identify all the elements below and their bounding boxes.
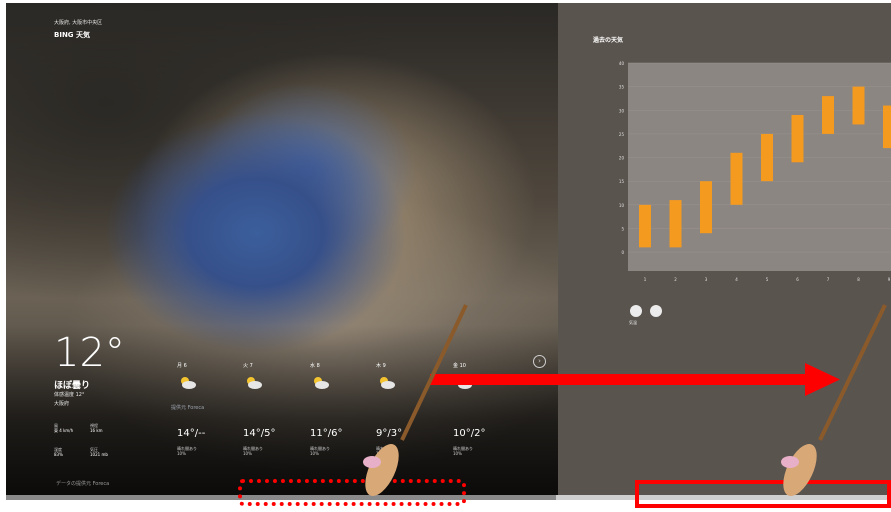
stat-value: 16 km xyxy=(90,428,103,433)
partly-cloudy-icon xyxy=(314,377,329,389)
weather-main-panel: 大阪府, 大阪市中央区 BING 天気 12° ほぼ曇り 体感温度 12° 大阪… xyxy=(6,3,558,495)
x-tick-label: 8 xyxy=(857,277,860,282)
temperature-icon-label: 気温 xyxy=(629,320,637,325)
stat-value: 83% xyxy=(54,452,63,457)
forecast-temp: 9°/3° xyxy=(376,428,403,439)
chart-bar xyxy=(822,96,834,134)
stat-value: 1021 mb xyxy=(90,452,108,457)
history-chart: 40 35 30 25 20 15 10 5 0 1 2 3 4 5 6 7 8 9 xyxy=(619,61,891,282)
forecast-day-label: 月 6 xyxy=(177,363,187,369)
weather-app-screen: 大阪府, 大阪市中央区 BING 天気 12° ほぼ曇り 体感温度 12° 大阪… xyxy=(6,3,891,495)
partly-cloudy-icon xyxy=(380,377,395,389)
y-tick-label: 5 xyxy=(621,226,624,231)
stat-visibility: 視程 16 km xyxy=(90,423,103,433)
forecast-temp: 11°/6° xyxy=(310,428,343,439)
stat-value: 東 4 km/h xyxy=(54,428,74,433)
y-tick-label: 30 xyxy=(619,108,625,113)
x-tick-label: 5 xyxy=(766,277,769,282)
y-tick-label: 40 xyxy=(619,61,625,66)
y-tick-label: 0 xyxy=(621,250,624,255)
chart-plot-area xyxy=(628,63,891,271)
forecast-day[interactable]: 水 8 11°/6° 晴れ間あり 10% xyxy=(310,362,370,456)
forecast-desc: 晴れ間あり 10% xyxy=(177,446,197,456)
temperature-icon[interactable] xyxy=(630,305,642,317)
chart-bar xyxy=(852,86,865,125)
x-tick-label: 3 xyxy=(705,277,708,282)
footer-note: データの提供元 Foreca xyxy=(56,481,110,487)
forecast-day-label: 金 10 xyxy=(453,363,466,369)
current-location: 大阪府 xyxy=(54,401,70,407)
stat-pressure: 気圧 1021 mb xyxy=(90,447,108,457)
forecast-next-button[interactable]: › xyxy=(533,355,546,368)
chart-bar xyxy=(883,105,891,149)
location-line: 大阪府, 大阪市中央区 xyxy=(54,20,103,26)
partly-cloudy-icon xyxy=(181,377,196,389)
partly-cloudy-icon xyxy=(247,377,262,389)
annotation-red-box xyxy=(635,480,891,508)
x-tick-label: 7 xyxy=(827,277,830,282)
forecast-day-label: 水 8 xyxy=(310,363,320,369)
forecast-desc: 晴れ間あり 10% xyxy=(376,446,396,456)
forecast-temp: 10°/2° xyxy=(453,428,486,439)
stat-humidity: 湿度 83% xyxy=(54,447,63,457)
x-tick-label: 1 xyxy=(644,277,647,282)
forecast-day[interactable]: 火 7 14°/5° 晴れ間あり 10% xyxy=(243,362,303,456)
forecast-day-label: 木 9 xyxy=(376,363,386,369)
annotation-dotted-box xyxy=(238,479,466,506)
forecast-provider-note: 提供元 Foreca xyxy=(171,405,205,411)
app-title: BING 天気 xyxy=(54,31,90,39)
chart-bar xyxy=(730,152,743,205)
forecast-day-label: 火 7 xyxy=(243,363,253,369)
drop-icon[interactable] xyxy=(650,305,662,317)
x-tick-label: 2 xyxy=(674,277,677,282)
chart-bar xyxy=(761,133,773,182)
forecast-day[interactable]: 木 9 9°/3° 晴れ間あり 10% xyxy=(376,362,436,456)
y-tick-label: 35 xyxy=(619,85,625,90)
current-condition: ほぼ曇り xyxy=(54,381,91,391)
forecast-temp: 14°/5° xyxy=(243,428,276,439)
partly-cloudy-icon xyxy=(457,377,472,389)
y-tick-label: 15 xyxy=(619,179,625,184)
forecast-desc: 晴れ間あり 10% xyxy=(453,446,473,456)
x-tick-label: 6 xyxy=(796,277,799,282)
chart-bar xyxy=(700,181,712,234)
chart-title: 過去の天気 xyxy=(593,37,624,44)
forecast-desc: 晴れ間あり 10% xyxy=(243,446,263,456)
y-tick-label: 10 xyxy=(619,203,625,208)
history-panel: 過去の天気 40 35 30 25 20 15 10 5 0 1 2 3 4 5 6 7 8 9 気温 xyxy=(558,3,891,495)
chart-bar xyxy=(791,115,804,163)
chart-bar xyxy=(639,204,651,248)
forecast-temp: 14°/-- xyxy=(177,428,206,439)
current-temperature: 12° xyxy=(54,330,125,376)
forecast-day[interactable]: 金 10 10°/2° 晴れ間あり 10% xyxy=(453,362,513,456)
y-tick-label: 25 xyxy=(619,132,625,137)
chart-bar xyxy=(669,200,682,248)
feels-like: 体感温度 12° xyxy=(54,392,85,398)
forecast-day[interactable]: 月 6 14°/-- 晴れ間あり 10% xyxy=(177,362,237,456)
stat-wind: 風 東 4 km/h xyxy=(54,423,73,433)
y-tick-label: 20 xyxy=(619,156,625,161)
x-tick-label: 4 xyxy=(735,277,738,282)
x-tick-label: 9 xyxy=(888,277,891,282)
forecast-desc: 晴れ間あり 10% xyxy=(310,446,330,456)
